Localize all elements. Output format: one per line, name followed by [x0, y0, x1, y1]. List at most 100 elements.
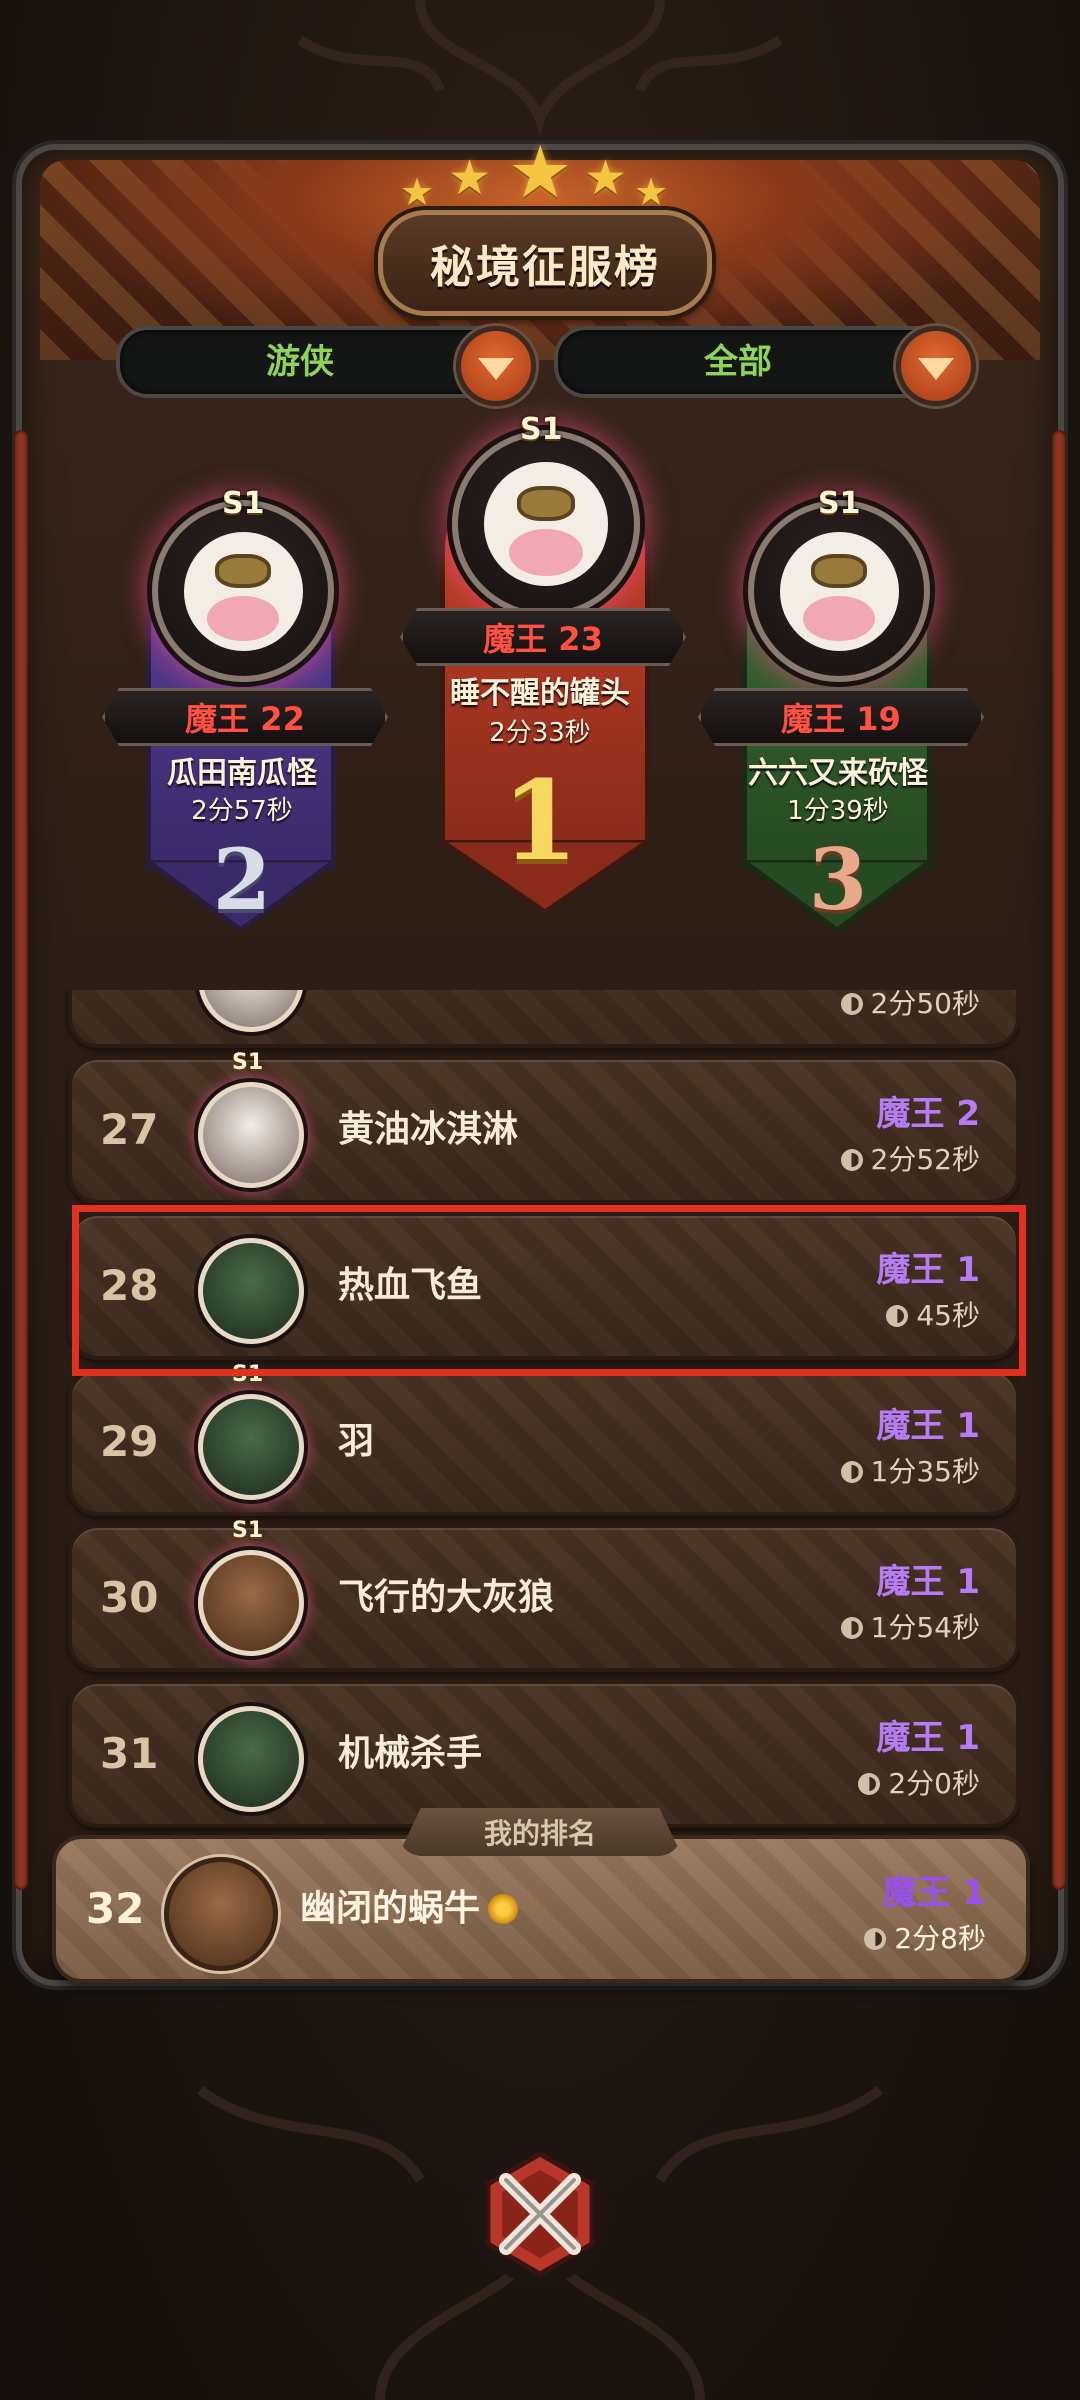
avatar [198, 990, 304, 1032]
row-rank: 30 [100, 1573, 159, 1622]
row-name: 羽 [338, 1421, 375, 1462]
my-rank-tag-label: 我的排名 [483, 1817, 596, 1850]
season-badge: S1 [818, 486, 861, 521]
table-row[interactable]: 27 S1 黄油冰淇淋 魔王 2 2分52秒 [68, 1050, 1020, 1204]
season-badge: S1 [232, 1518, 264, 1543]
podium-rank-1[interactable]: S1 魔王 23 睡不醒的罐头 2分33秒 1 [400, 412, 686, 920]
level-label: 魔王 19 [781, 700, 901, 738]
class-filter-dropdown-button[interactable] [456, 326, 536, 406]
level-ribbon: 魔王 22 [102, 688, 388, 746]
my-rank-number: 32 [86, 1884, 145, 1933]
star-icon: ★ [448, 150, 492, 206]
player-time: 2分57秒 [191, 796, 293, 826]
row-name: 黄油冰淇淋 [338, 1109, 519, 1150]
podium-rank-2[interactable]: S1 魔王 22 瓜田南瓜怪 2分57秒 2 [102, 486, 388, 930]
close-button[interactable] [466, 2140, 614, 2288]
avatar [152, 500, 334, 682]
avatar [198, 1082, 304, 1188]
avatar [452, 430, 640, 618]
row-time: 1分54秒 [840, 1606, 980, 1646]
level-ribbon: 魔王 19 [698, 688, 984, 746]
row-time-value: 1分35秒 [870, 1455, 980, 1488]
star-icon: ★ [400, 170, 435, 214]
level-label: 魔王 23 [483, 620, 603, 658]
my-name-text: 幽闭的蜗牛 [300, 1888, 481, 1929]
dropdown-arrow-icon [478, 358, 514, 380]
level-ribbon: 魔王 23 [400, 608, 686, 666]
frame-left-bar [14, 430, 28, 1890]
star-icon: ★ [634, 170, 669, 214]
row-level: 魔王 2 [876, 1094, 981, 1134]
row-time: 1分35秒 [840, 1450, 980, 1490]
player-name: 瓜田南瓜怪 [167, 756, 317, 791]
clock-icon [858, 1773, 881, 1795]
row-name: 机械杀手 [338, 1733, 483, 1774]
season-badge: S1 [232, 1050, 264, 1075]
season-badge: S1 [222, 486, 265, 521]
my-name: 幽闭的蜗牛 [300, 1839, 519, 1979]
row-rank: 31 [100, 1729, 159, 1778]
player-name: 六六又来砍怪 [748, 756, 928, 791]
my-rank-row[interactable]: 32 幽闭的蜗牛 魔王 1 2分8秒 [52, 1835, 1030, 1983]
table-row[interactable]: 30 S1 飞行的大灰狼 魔王 1 1分54秒 [68, 1518, 1020, 1672]
highlight-box [72, 1205, 1026, 1376]
clock-icon [840, 1149, 863, 1171]
player-time: 1分39秒 [787, 796, 889, 826]
row-rank: 29 [100, 1417, 159, 1466]
class-filter-label: 游侠 [266, 342, 334, 382]
snail-icon [488, 1894, 519, 1924]
star-icon: ★ [508, 130, 573, 214]
my-time: 2分8秒 [864, 1917, 986, 1957]
class-filter[interactable]: 游侠 [116, 326, 536, 406]
row-time: 2分0秒 [858, 1762, 980, 1802]
scope-filter-label: 全部 [704, 342, 772, 382]
avatar [748, 500, 930, 682]
season-badge: S1 [520, 412, 563, 447]
table-row[interactable]: 31 机械杀手 魔王 1 2分0秒 [68, 1680, 1020, 1828]
row-time-value: 2分50秒 [870, 990, 980, 1020]
cow-avatar-face [484, 462, 608, 586]
my-rank-tag: 我的排名 [398, 1808, 682, 1856]
table-row[interactable]: 29 S1 羽 魔王 1 1分35秒 [68, 1362, 1020, 1516]
row-time: 2分50秒 [840, 990, 980, 1022]
row-time-value: 2分0秒 [888, 1767, 980, 1800]
row-time-value: 1分54秒 [870, 1611, 980, 1644]
clock-icon [840, 1617, 863, 1639]
player-time: 2分33秒 [489, 718, 591, 748]
clock-icon [840, 1461, 863, 1483]
scope-filter[interactable]: 全部 [554, 326, 976, 406]
level-label: 魔王 22 [185, 700, 305, 738]
cow-avatar-face [779, 531, 899, 651]
my-time-value: 2分8秒 [894, 1922, 986, 1955]
my-level: 魔王 1 [882, 1873, 987, 1913]
title-plate: 秘境征服榜 [378, 210, 712, 316]
player-name: 睡不醒的罐头 [450, 676, 630, 711]
page-title: 秘境征服榜 [430, 242, 660, 293]
clock-icon [864, 1928, 887, 1950]
my-avatar [164, 1857, 278, 1971]
row-level: 魔王 1 [876, 1718, 981, 1758]
table-row[interactable]: 2分50秒 [68, 990, 1020, 1048]
frame-right-bar [1052, 430, 1066, 1890]
row-rank: 27 [100, 1105, 159, 1154]
avatar [198, 1550, 304, 1656]
podium-rank-3[interactable]: S1 魔王 19 六六又来砍怪 1分39秒 3 [698, 486, 984, 930]
avatar [198, 1706, 304, 1812]
star-icon: ★ [584, 150, 628, 206]
clock-icon [840, 993, 863, 1015]
rank-number: 3 [808, 830, 868, 929]
scope-filter-dropdown-button[interactable] [896, 326, 976, 406]
avatar [198, 1394, 304, 1500]
row-name: 飞行的大灰狼 [338, 1577, 555, 1618]
ranking-list[interactable]: 2分50秒 27 S1 黄油冰淇淋 魔王 2 2分52秒 28 热血飞鱼 魔王 … [60, 990, 1020, 1840]
row-level: 魔王 1 [876, 1562, 981, 1602]
close-icon [470, 2144, 610, 2284]
title-stars: ★ ★ ★ ★ ★ [400, 130, 680, 220]
row-time: 2分52秒 [840, 1138, 980, 1178]
row-time-value: 2分52秒 [870, 1143, 980, 1176]
cow-avatar-face [183, 531, 303, 651]
rank-number: 2 [212, 830, 272, 929]
row-level: 魔王 1 [876, 1406, 981, 1446]
rank-number: 1 [501, 756, 579, 885]
dropdown-arrow-icon [918, 358, 954, 380]
